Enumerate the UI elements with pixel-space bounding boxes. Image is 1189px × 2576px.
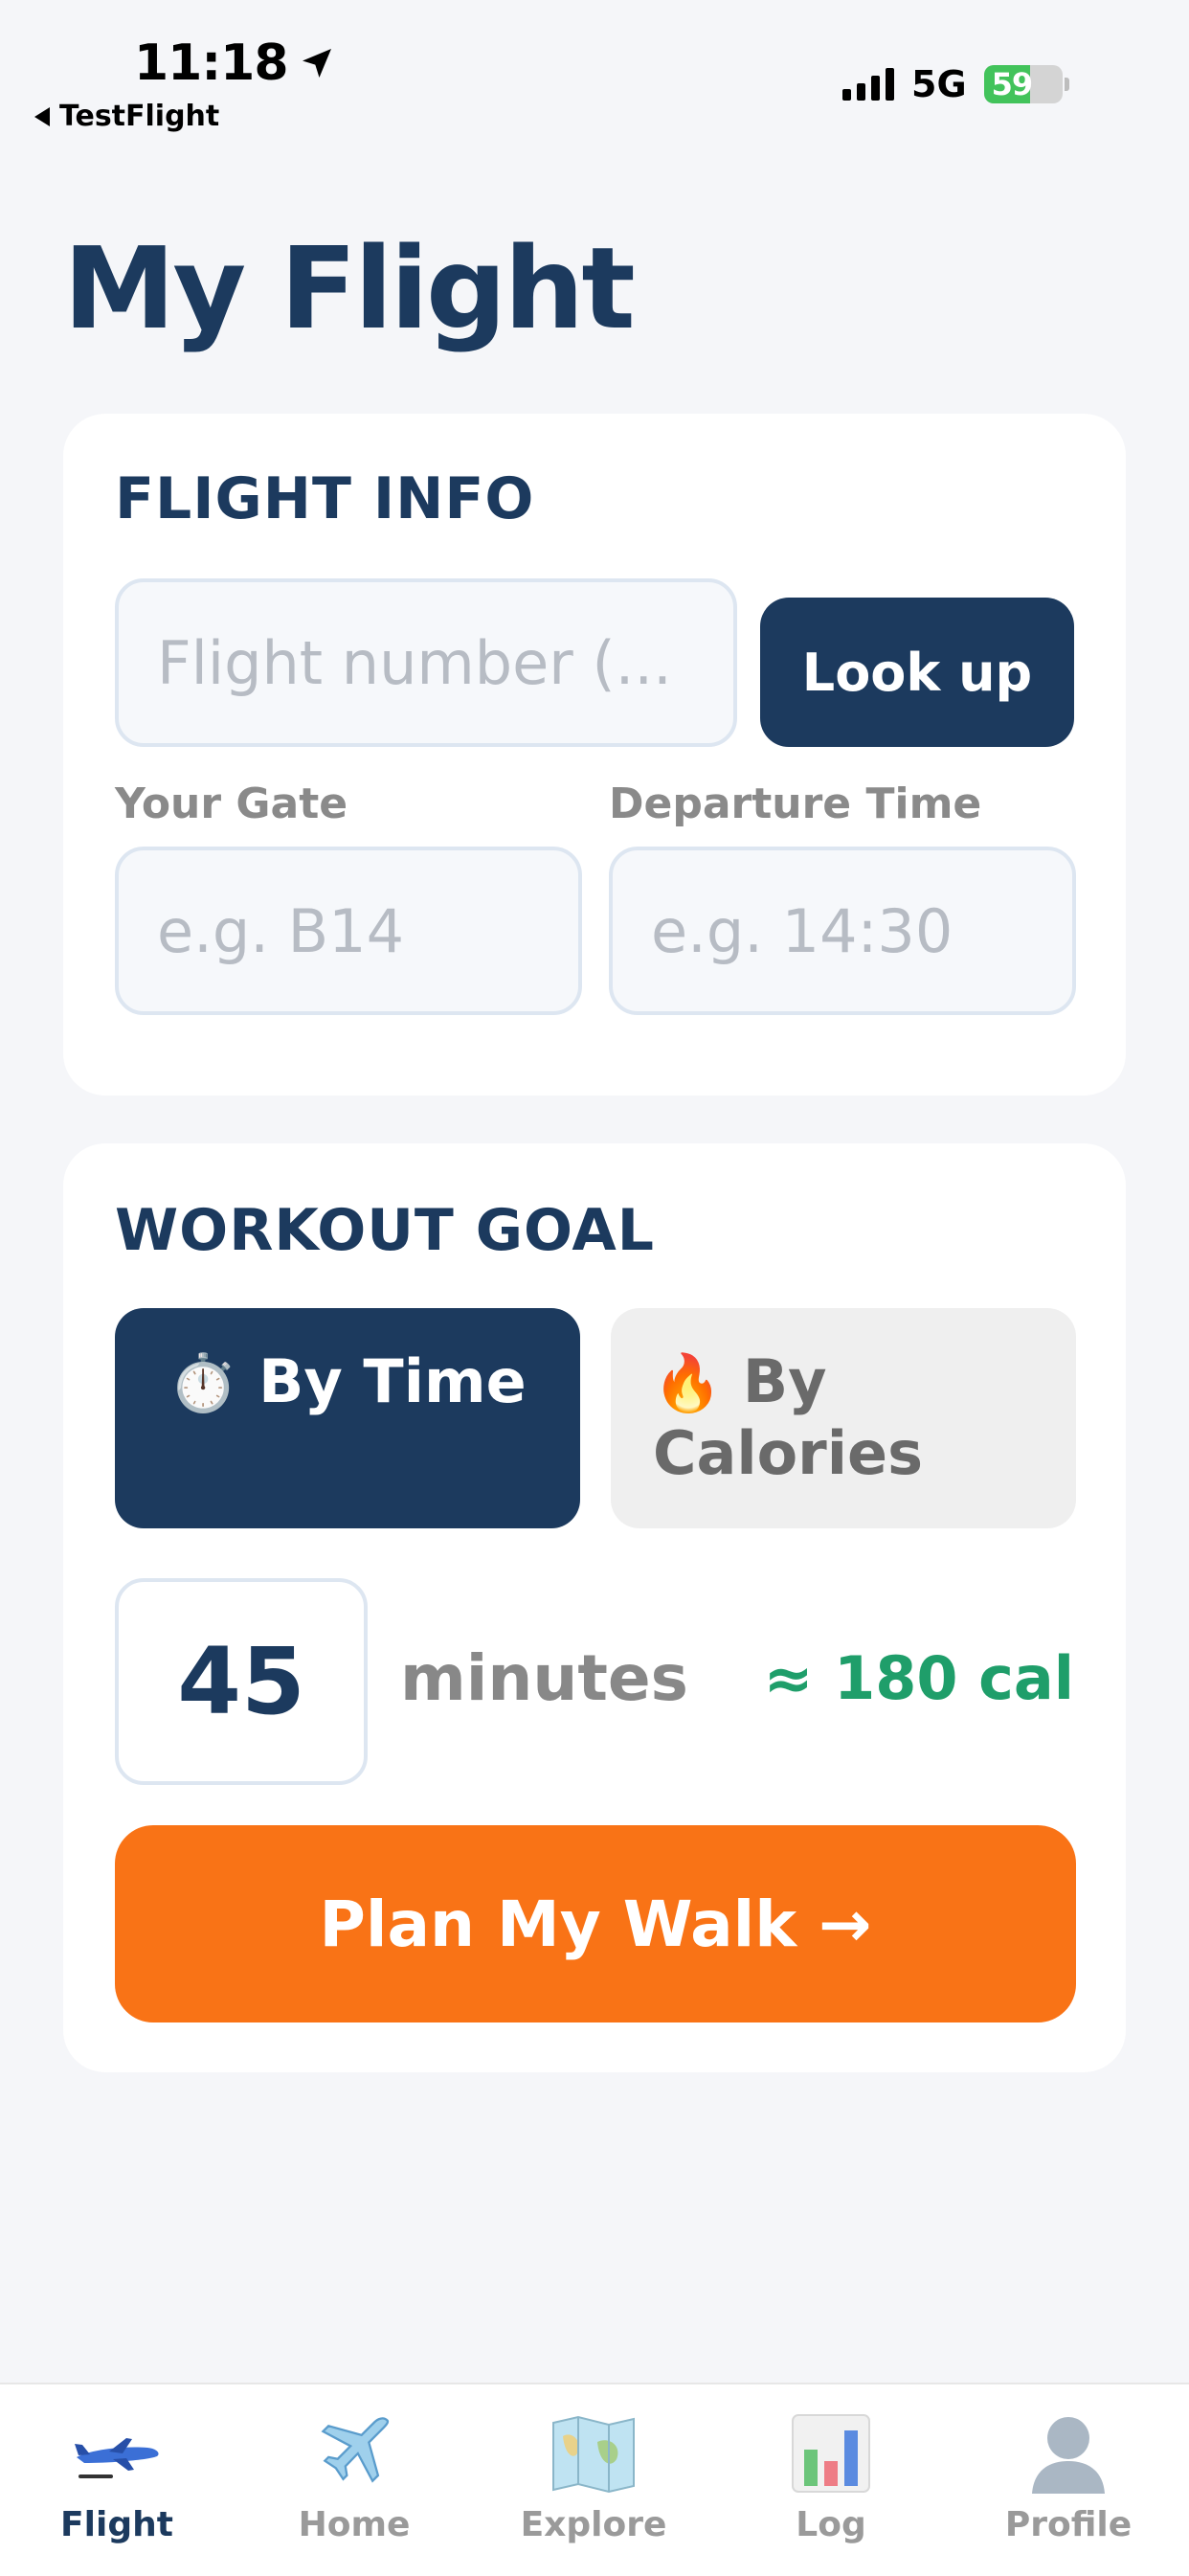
battery-percent: 59 bbox=[991, 66, 1034, 102]
plan-my-walk-label: Plan My Walk → bbox=[319, 1887, 872, 1961]
map-icon bbox=[498, 2406, 689, 2501]
departure-label: Departure Time bbox=[609, 780, 982, 828]
status-indicators: 5G 59 bbox=[842, 63, 1069, 105]
fire-icon: 🔥 bbox=[653, 1350, 723, 1415]
goal-value-input[interactable]: 45 bbox=[115, 1578, 368, 1785]
tab-log[interactable]: Log bbox=[735, 2406, 927, 2544]
goal-unit: minutes bbox=[400, 1641, 688, 1715]
tab-log-label: Log bbox=[796, 2505, 866, 2544]
tab-explore[interactable]: Explore bbox=[498, 2406, 689, 2544]
airplane-icon bbox=[258, 2406, 450, 2501]
back-to-testflight[interactable]: TestFlight bbox=[33, 100, 219, 133]
tab-home[interactable]: Home bbox=[258, 2406, 450, 2544]
stopwatch-icon: ⏱️ bbox=[168, 1350, 238, 1415]
network-type: 5G bbox=[911, 63, 967, 105]
page-title: My Flight bbox=[63, 222, 636, 354]
person-silhouette-icon bbox=[973, 2406, 1164, 2501]
airplane-side-icon bbox=[21, 2406, 213, 2501]
tab-flight[interactable]: Flight bbox=[21, 2406, 213, 2544]
cellular-signal-icon bbox=[842, 68, 894, 101]
by-time-label: By Time bbox=[258, 1346, 527, 1416]
tab-home-label: Home bbox=[298, 2505, 411, 2544]
by-time-toggle[interactable]: ⏱️ By Time bbox=[115, 1308, 580, 1528]
back-triangle-icon bbox=[34, 106, 50, 126]
gate-label: Your Gate bbox=[115, 780, 348, 828]
tab-profile[interactable]: Profile bbox=[973, 2406, 1164, 2544]
tab-explore-label: Explore bbox=[520, 2505, 667, 2544]
flight-number-input[interactable] bbox=[115, 578, 737, 747]
status-time-label: 11:18 bbox=[134, 34, 289, 92]
workout-goal-title: WORKOUT GOAL bbox=[115, 1197, 656, 1264]
flight-info-card: FLIGHT INFO Look up Your Gate Departure … bbox=[63, 414, 1126, 1096]
workout-goal-card: WORKOUT GOAL ⏱️ By Time 🔥 By Calories 45… bbox=[63, 1143, 1126, 2072]
tab-bar: Flight Home Explore Log Profile bbox=[0, 2383, 1189, 2576]
tab-profile-label: Profile bbox=[1004, 2505, 1133, 2544]
bar-chart-icon bbox=[735, 2406, 927, 2501]
calorie-estimate: ≈ 180 cal bbox=[763, 1643, 1074, 1713]
back-label: TestFlight bbox=[59, 100, 220, 133]
status-time: 11:18 bbox=[134, 34, 336, 92]
departure-time-input[interactable] bbox=[609, 847, 1076, 1015]
gate-input[interactable] bbox=[115, 847, 582, 1015]
location-arrow-icon bbox=[302, 49, 331, 78]
lookup-button[interactable]: Look up bbox=[760, 598, 1074, 747]
plan-my-walk-button[interactable]: Plan My Walk → bbox=[115, 1825, 1076, 2022]
by-calories-toggle[interactable]: 🔥 By Calories bbox=[611, 1308, 1076, 1528]
flight-info-title: FLIGHT INFO bbox=[115, 465, 535, 532]
tab-flight-label: Flight bbox=[60, 2505, 173, 2544]
battery-icon: 59 bbox=[983, 65, 1069, 103]
